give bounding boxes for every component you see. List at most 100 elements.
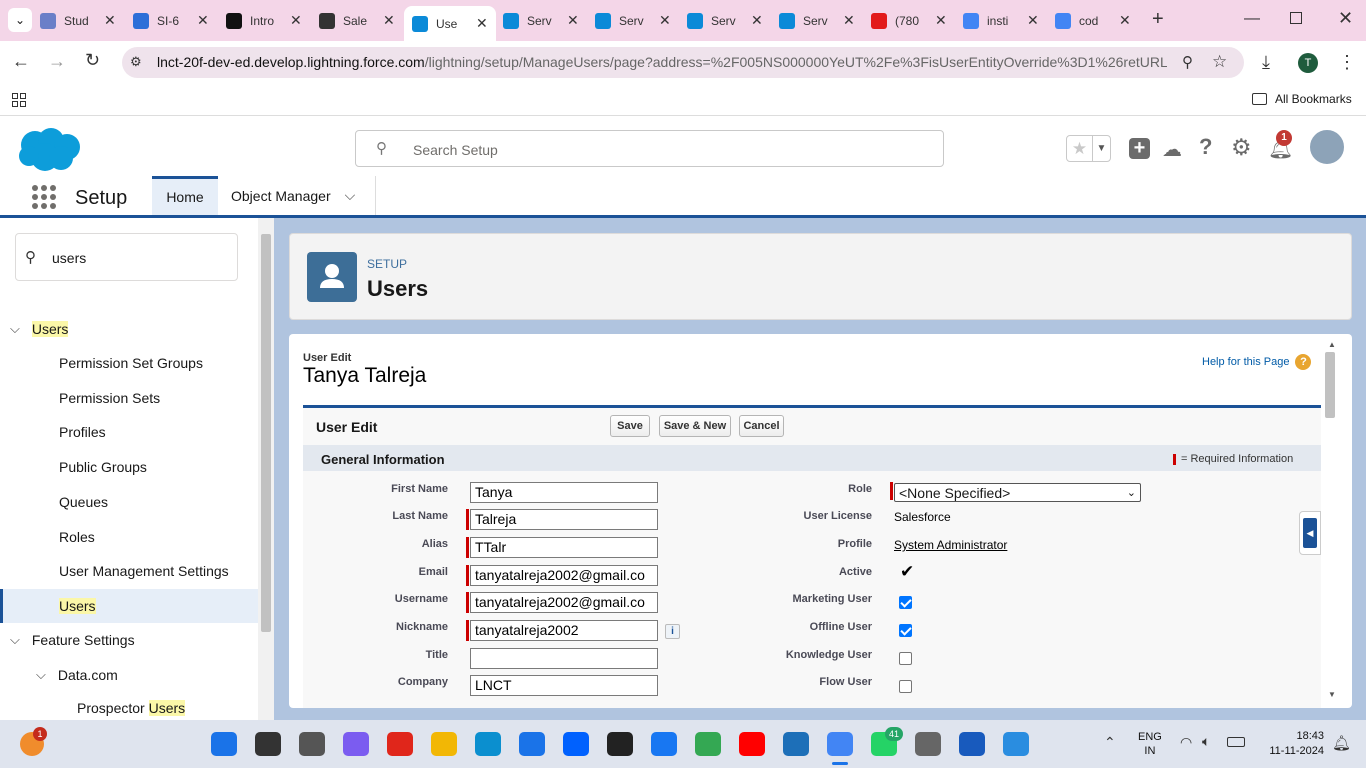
browser-tab[interactable]: cod ✕ [1055, 8, 1131, 33]
save-and-new-button[interactable]: Save & New [659, 415, 731, 437]
sidebar-item[interactable]: Profiles [0, 415, 258, 449]
sidebar-item[interactable]: Queues [0, 485, 258, 519]
text-input[interactable]: tanyatalreja2002@gmail.co [470, 592, 658, 613]
salesforce-logo[interactable] [17, 127, 81, 172]
text-input[interactable]: LNCT [470, 675, 658, 696]
all-bookmarks[interactable]: All Bookmarks [1252, 92, 1352, 106]
browser-tab[interactable]: Use ✕ [404, 6, 496, 41]
profile-link[interactable]: System Administrator [894, 538, 1007, 552]
trailhead-icon[interactable]: ☁ [1162, 137, 1182, 162]
text-input[interactable]: TTalr [470, 537, 658, 558]
favorites-button[interactable]: ★ ▼ [1066, 135, 1111, 162]
close-icon[interactable]: ✕ [104, 12, 116, 29]
mail-icon[interactable] [519, 732, 545, 756]
browser-tab[interactable]: insti ✕ [963, 8, 1039, 33]
back-button[interactable]: ← [12, 51, 30, 72]
close-icon[interactable]: ✕ [476, 15, 488, 32]
browser-tab[interactable]: Serv ✕ [595, 8, 671, 33]
flow-user-checkbox[interactable] [899, 680, 912, 693]
wifi-icon[interactable]: ◠ [1180, 734, 1192, 751]
sidebar-item[interactable]: User Management Settings [0, 554, 258, 588]
close-icon[interactable]: ✕ [197, 12, 209, 29]
form-scrollbar[interactable]: ▲ ▼ [1322, 334, 1338, 708]
info-icon[interactable]: i [665, 624, 680, 639]
close-icon[interactable]: ✕ [843, 12, 855, 29]
tree-users-node[interactable]: ⌵ Users [0, 312, 69, 346]
app-launcher-icon[interactable] [32, 185, 56, 209]
bookmark-star-icon[interactable]: ☆ [1212, 52, 1227, 72]
sidebar-item[interactable]: Users [0, 589, 258, 623]
forward-button[interactable]: → [48, 51, 66, 72]
youtube-icon[interactable] [739, 732, 765, 756]
setup-gear-icon[interactable]: ⚙ [1231, 134, 1252, 161]
tab-object-manager[interactable]: Object Manager ⌵ [219, 176, 376, 215]
role-select[interactable]: <None Specified> ⌄ [894, 483, 1141, 502]
offline-user-checkbox[interactable] [899, 624, 912, 637]
marketing-user-checkbox[interactable] [899, 596, 912, 609]
close-icon[interactable]: ✕ [383, 12, 395, 29]
start-icon[interactable] [211, 732, 237, 756]
close-icon[interactable]: ✕ [567, 12, 579, 29]
word-icon[interactable] [959, 732, 985, 756]
volume-icon[interactable]: 🔈︎ [1202, 733, 1210, 750]
side-panel-toggle[interactable]: ◀ [1299, 511, 1321, 555]
sidebar-item[interactable]: Permission Set Groups [0, 346, 258, 380]
close-icon[interactable]: ✕ [1119, 12, 1131, 29]
text-input[interactable]: tanyatalreja2002@gmail.co [470, 565, 658, 586]
close-icon[interactable]: ✕ [935, 12, 947, 29]
language-indicator[interactable]: ENG IN [1138, 730, 1162, 758]
text-input[interactable]: Talreja [470, 509, 658, 530]
close-icon[interactable]: ✕ [659, 12, 671, 29]
close-window-button[interactable]: ✕ [1338, 8, 1353, 29]
opera-icon[interactable] [387, 732, 413, 756]
sidebar-scrollbar[interactable] [258, 218, 274, 720]
sidebar-item-prospector-users[interactable]: Prospector Users [77, 700, 186, 716]
tree-feature-settings-node[interactable]: ⌵ Feature Settings [0, 623, 135, 657]
knowledge-user-checkbox[interactable] [899, 652, 912, 665]
task-view-icon[interactable] [299, 732, 325, 756]
file-explorer-icon[interactable] [431, 732, 457, 756]
site-info-icon[interactable]: ⚙ [130, 54, 150, 70]
new-tab-button[interactable]: + [1152, 8, 1164, 31]
address-bar[interactable]: ⚙ lnct-20f-dev-ed.develop.lightning.forc… [122, 47, 1244, 78]
amazon-icon[interactable] [607, 732, 633, 756]
minimize-button[interactable]: — [1244, 10, 1260, 28]
browser-tab[interactable]: Serv ✕ [779, 8, 855, 33]
reload-button[interactable]: ↻ [85, 50, 100, 71]
webex-icon[interactable] [783, 732, 809, 756]
zoom-icon[interactable]: ⚲ [1182, 53, 1193, 71]
browser-tab[interactable]: Serv ✕ [503, 8, 579, 33]
setup-search-input[interactable]: ⚲ Search Setup [355, 130, 944, 167]
battery-icon[interactable] [1227, 737, 1245, 747]
save-button[interactable]: Save [610, 415, 650, 437]
edge-icon[interactable] [475, 732, 501, 756]
global-actions-icon[interactable]: + [1129, 138, 1150, 159]
help-for-page-link[interactable]: Help for this Page ? [1202, 354, 1312, 370]
apps-grid-icon[interactable] [12, 93, 26, 107]
profile-avatar[interactable]: T [1298, 53, 1318, 73]
help-icon[interactable]: ? [1199, 134, 1212, 160]
photos-icon[interactable] [1003, 732, 1029, 756]
cancel-button[interactable]: Cancel [739, 415, 784, 437]
browser-tab[interactable]: Serv ✕ [687, 8, 763, 33]
sidebar-item[interactable]: Permission Sets [0, 381, 258, 415]
chrome-icon[interactable] [695, 732, 721, 756]
copilot-icon[interactable] [343, 732, 369, 756]
quick-find-input[interactable]: ⚲ users [15, 233, 238, 281]
facebook-icon[interactable] [651, 732, 677, 756]
text-input[interactable] [470, 648, 658, 669]
close-icon[interactable]: ✕ [751, 12, 763, 29]
close-icon[interactable]: ✕ [290, 12, 302, 29]
browser-tab[interactable]: Stud ✕ [40, 8, 116, 33]
chrome-active-icon[interactable] [827, 732, 853, 756]
clock[interactable]: 18:43 11-11-2024 [1258, 729, 1324, 759]
sidebar-item[interactable]: Roles [0, 520, 258, 554]
browser-tab[interactable]: Sale ✕ [319, 8, 395, 33]
tree-datacom-node[interactable]: ⌵ Data.com [0, 658, 118, 692]
restore-button[interactable] [1290, 12, 1302, 24]
browser-tab[interactable]: Intro ✕ [226, 8, 302, 33]
close-icon[interactable]: ✕ [1027, 12, 1039, 29]
text-input[interactable]: tanyatalreja2002 [470, 620, 658, 641]
text-input[interactable]: Tanya [470, 482, 658, 503]
tab-search-button[interactable]: ⌄ [8, 8, 32, 32]
